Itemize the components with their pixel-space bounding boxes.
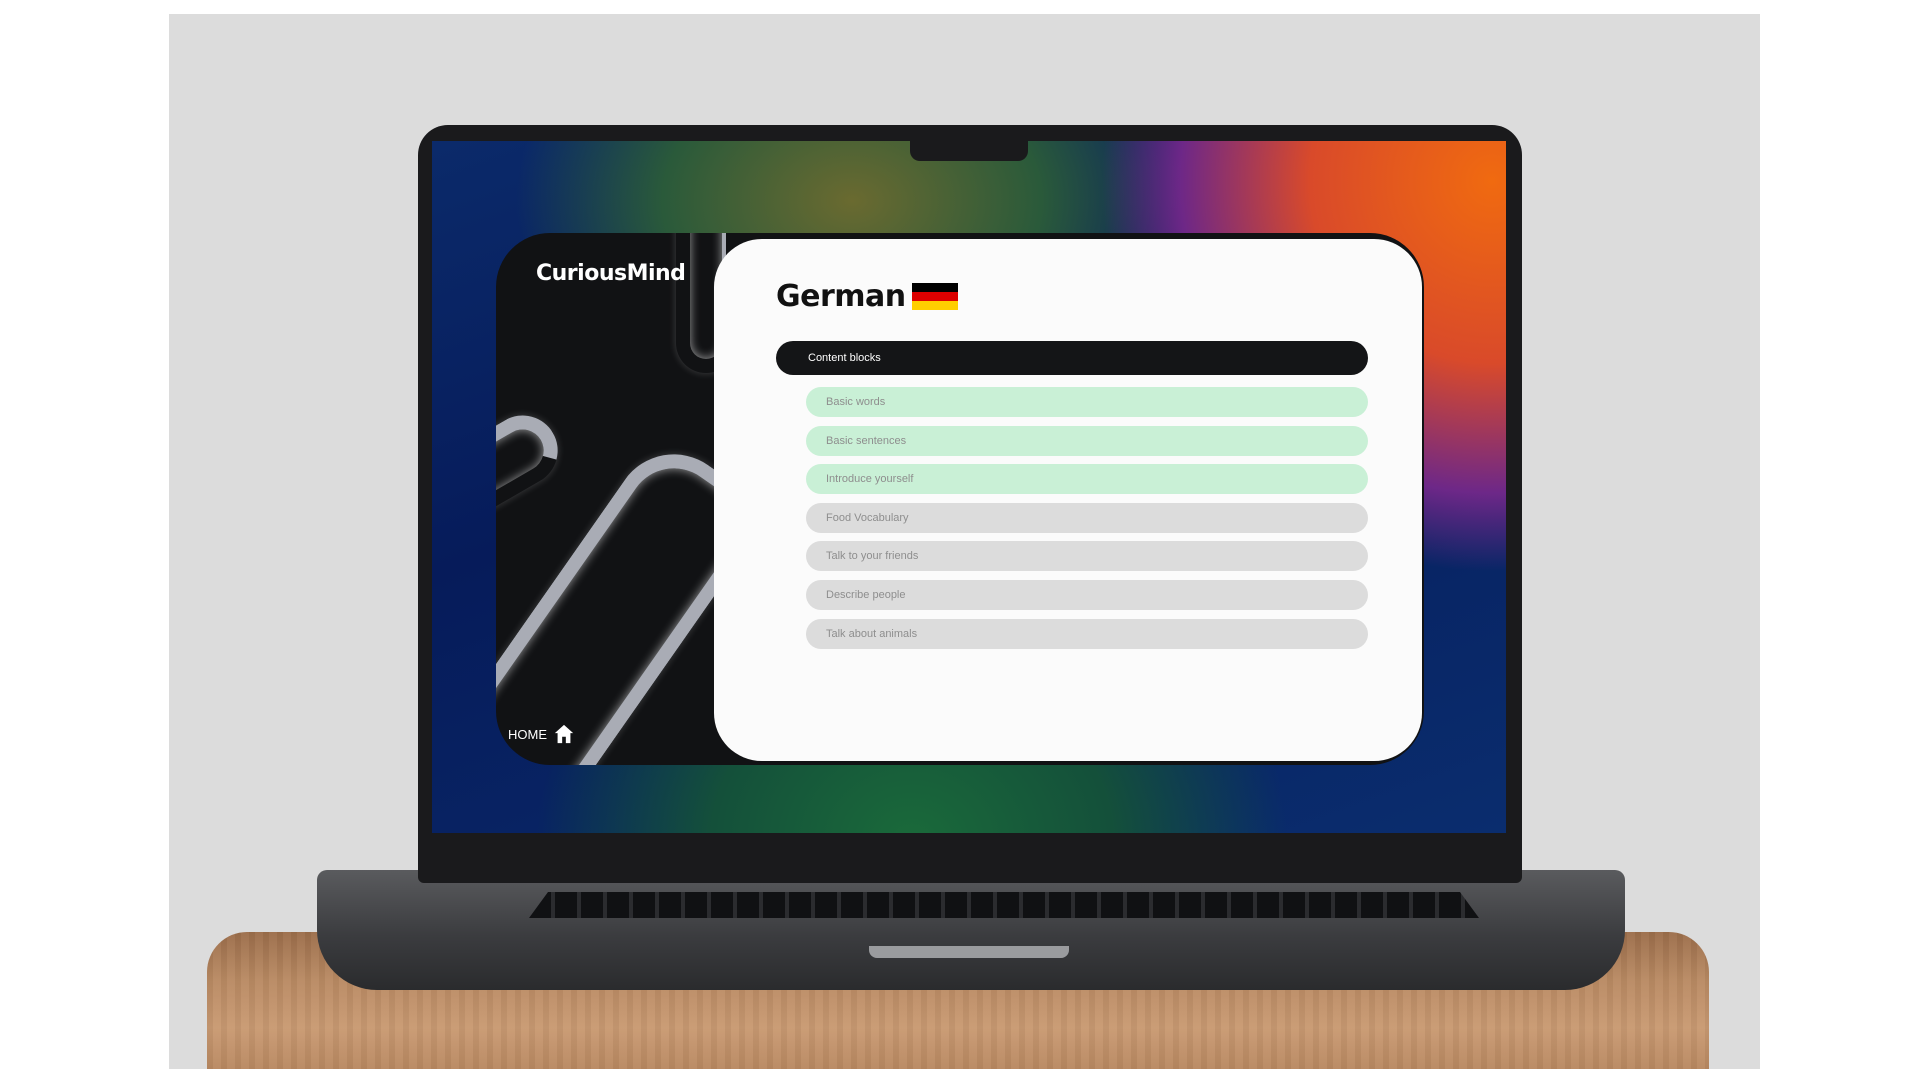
content-block-item[interactable]: Basic words	[806, 387, 1368, 417]
camera-notch	[910, 141, 1028, 161]
home-label: HOME	[508, 726, 547, 742]
app-sidebar: CuriousMind HOME	[496, 233, 726, 765]
flag-stripe	[911, 291, 958, 302]
content-block-item[interactable]: Basic sentences	[806, 425, 1368, 456]
flag-stripe	[911, 282, 958, 292]
flag-stripe	[911, 301, 958, 311]
mockup-frame: CuriousMind HOME German Content blocks B…	[169, 14, 1760, 1069]
home-link[interactable]: HOME	[508, 723, 575, 745]
decorative-glass-tube	[496, 402, 571, 524]
content-block-item[interactable]: Talk to your friends	[806, 541, 1368, 572]
app-logo: CuriousMind	[536, 261, 686, 286]
laptop-keyboard	[529, 892, 1479, 918]
germany-flag-icon	[911, 282, 958, 311]
content-block-item[interactable]: Food Vocabulary	[806, 502, 1368, 533]
laptop-lid: CuriousMind HOME German Content blocks B…	[418, 125, 1522, 883]
content-block-item[interactable]: Introduce yourself	[806, 464, 1368, 495]
laptop-screen: CuriousMind HOME German Content blocks B…	[432, 141, 1506, 833]
laptop-base	[317, 870, 1625, 990]
home-icon	[554, 724, 574, 744]
content-block-item[interactable]: Talk about animals	[806, 618, 1368, 649]
course-panel: German Content blocks Basic words Basic s…	[714, 239, 1422, 761]
app-window: CuriousMind HOME German Content blocks B…	[496, 233, 1424, 765]
course-header: German	[776, 279, 958, 314]
laptop-front-notch	[869, 946, 1069, 958]
course-title: German	[776, 279, 906, 314]
content-block-item[interactable]: Describe people	[806, 580, 1368, 610]
content-blocks-header[interactable]: Content blocks	[776, 341, 1368, 375]
